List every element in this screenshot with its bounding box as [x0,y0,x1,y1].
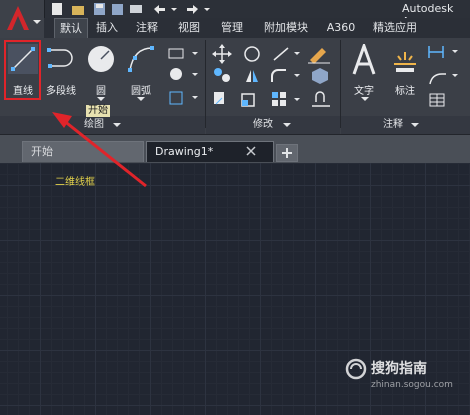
watermark-brand: 搜狗指南 [371,361,427,377]
sogou-logo-icon [345,358,367,380]
annotation-arrow [52,112,147,188]
sogou-watermark: 搜狗指南 zhinan.sogou.com [345,356,463,396]
watermark-url: zhinan.sogou.com [371,380,453,390]
